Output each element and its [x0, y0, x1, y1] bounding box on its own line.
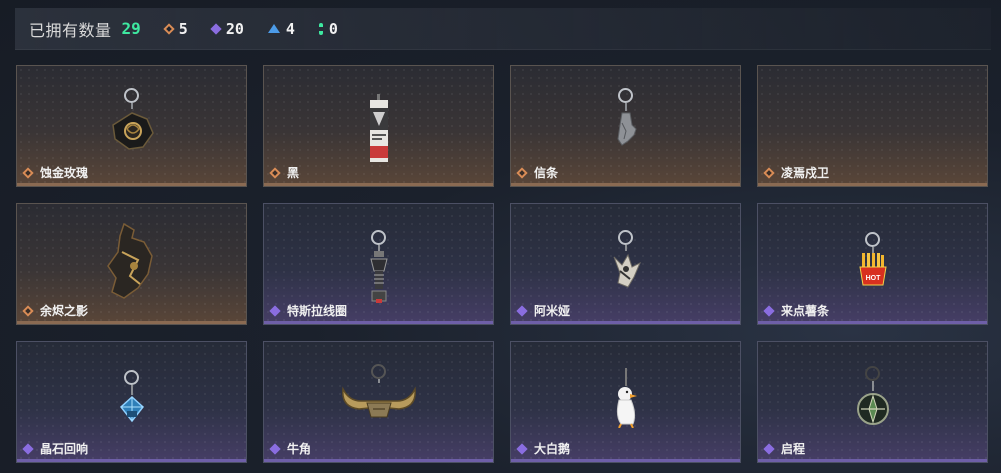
fries-pendant-icon: HOT: [858, 232, 888, 292]
rarity-count-value: 20: [225, 19, 244, 38]
purple-diamond-icon: [516, 442, 528, 455]
owned-count-label: 已拥有数量: [29, 22, 112, 40]
hand-pendant-icon: [614, 88, 638, 152]
pendant-card[interactable]: 黑: [263, 65, 494, 187]
purple-diamond-icon: [763, 442, 775, 455]
pendant-card[interactable]: 晶石回响: [16, 341, 247, 463]
crystal-pendant-icon: [119, 370, 145, 428]
coil-pendant-icon: [368, 230, 390, 308]
pendant-card[interactable]: 阿米娅: [510, 203, 741, 325]
orange-diamond-icon: [163, 22, 175, 35]
green-bar-icon: [318, 22, 323, 35]
pendant-name: 晶石回响: [40, 442, 89, 456]
pendant-name: 大白鹅: [534, 442, 571, 456]
purple-diamond-icon: [269, 304, 281, 317]
orange-diamond-icon: [269, 166, 281, 179]
rarity-count-value: 0: [328, 19, 338, 38]
ember-shadow-pendant-icon: [104, 222, 160, 305]
pendant-name: 凌焉戍卫: [781, 166, 830, 180]
pendant-card[interactable]: 大白鹅: [510, 341, 741, 463]
purple-diamond-icon: [516, 304, 528, 317]
purple-diamond-icon: [763, 304, 775, 317]
rarity-count-orange: 5: [163, 19, 188, 38]
owned-count-value: 29: [121, 19, 141, 38]
orange-diamond-icon: [22, 166, 34, 179]
pendant-card[interactable]: 蚀金玫瑰: [16, 65, 247, 187]
rarity-count-value: 5: [178, 19, 188, 38]
pendant-card[interactable]: 余烬之影: [16, 203, 247, 325]
rarity-count-blue: 4: [267, 19, 295, 38]
tag-pendant-icon: [368, 94, 390, 167]
black-rose-pendant-icon: [107, 88, 157, 158]
purple-diamond-icon: [210, 22, 222, 35]
rarity-count-value: 4: [285, 19, 295, 38]
pendant-card[interactable]: 牛角: [263, 341, 494, 463]
orange-diamond-icon: [763, 166, 775, 179]
pendant-card[interactable]: 特斯拉线圈: [263, 203, 494, 325]
pendant-name: 余烬之影: [40, 304, 89, 318]
pendant-name: 信条: [534, 166, 559, 180]
blue-triangle-icon: [267, 24, 280, 33]
svg-text:HOT: HOT: [865, 275, 881, 282]
purple-diamond-icon: [269, 442, 281, 455]
pendant-name: 启程: [781, 442, 806, 456]
goose-pendant-icon: [613, 368, 639, 433]
rarity-count-green: 0: [318, 19, 338, 38]
purple-diamond-icon: [22, 442, 34, 455]
pendant-card[interactable]: 凌焉戍卫: [757, 65, 988, 187]
pendant-name: 阿米娅: [534, 304, 571, 318]
inventory-summary-bar: 已拥有数量 29 5 20 4 0: [15, 8, 991, 50]
orange-diamond-icon: [22, 304, 34, 317]
orange-diamond-icon: [516, 166, 528, 179]
compass-pendant-icon: [855, 366, 891, 432]
pendant-card[interactable]: 启程: [757, 341, 988, 463]
rarity-count-purple: 20: [210, 19, 244, 38]
pendant-name: 牛角: [287, 442, 312, 456]
figure-pendant-icon: [608, 230, 644, 296]
pendant-card[interactable]: HOT 来点薯条: [757, 203, 988, 325]
horns-pendant-icon: [339, 364, 419, 428]
pendant-name: 来点薯条: [781, 304, 830, 318]
pendant-name: 黑: [287, 166, 300, 180]
pendant-name: 特斯拉线圈: [287, 304, 348, 318]
pendant-card[interactable]: 信条: [510, 65, 741, 187]
pendant-name: 蚀金玫瑰: [40, 166, 89, 180]
